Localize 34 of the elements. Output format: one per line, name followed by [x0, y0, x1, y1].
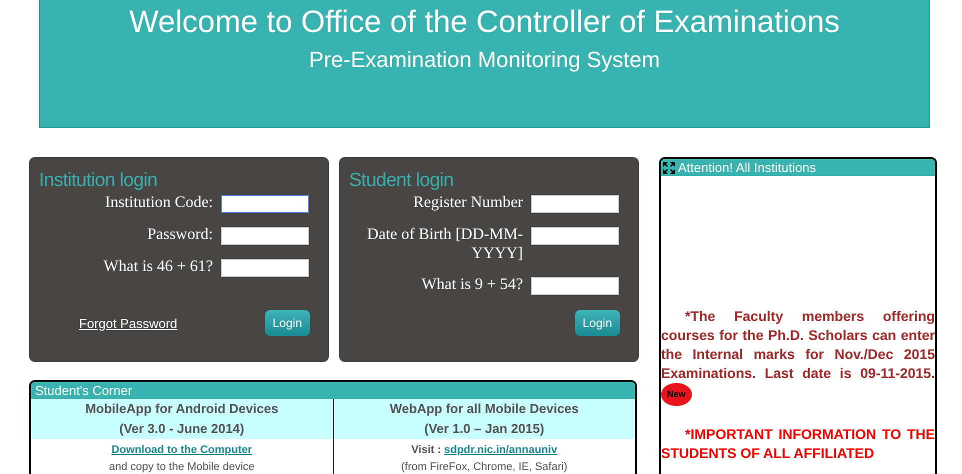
panel-title: Student login — [349, 169, 454, 193]
field-label: What is 46 + 61? — [102, 257, 213, 276]
panel-title: Student's Corner — [31, 382, 635, 399]
input-field[interactable] — [221, 227, 309, 245]
app-version: (Ver 1.0 – Jan 2015) — [423, 420, 546, 438]
new-badge: New — [661, 383, 692, 406]
app-link[interactable]: Download to the Computer — [111, 444, 252, 456]
field-label: What is 9 + 54? — [420, 275, 523, 294]
input-field[interactable] — [221, 259, 309, 277]
app-note: and copy to the Mobile device — [108, 460, 256, 474]
input-field[interactable] — [221, 195, 309, 213]
app-note: (from FireFox, Chrome, IE, Safari) — [400, 460, 568, 474]
app-link[interactable]: sdpdr.nic.in/annauniv — [444, 444, 558, 456]
field-label: Institution Code: — [104, 193, 213, 212]
field-label: Date of Birth [DD-MM-YYYY] — [366, 225, 523, 263]
app-version: (Ver 3.0 - June 2014) — [118, 420, 246, 438]
page-subtitle: Pre-Examination Monitoring System — [308, 46, 661, 74]
input-field[interactable] — [531, 227, 619, 245]
login-button[interactable]: Login — [574, 310, 620, 336]
field-label: Password: — [146, 225, 213, 244]
notice-text: *The Faculty members offering courses for the Ph.D. Scholars can enter the Internal marks for Nov./Dec 2015 Examinations. Last date is 09-11-2015. New — [661, 307, 935, 406]
notice-title: Attention! All Institutions — [678, 160, 816, 175]
app-name: MobileApp for Android Devices — [84, 400, 280, 418]
field-label: Register Number — [412, 193, 523, 212]
page-title: Welcome to Office of the Controller of Examinations — [128, 3, 841, 41]
panel-title: Institution login — [39, 169, 158, 193]
login-button[interactable]: Login — [264, 310, 310, 336]
visit-label: Visit : — [411, 444, 442, 456]
app-name: WebApp for all Mobile Devices — [388, 400, 580, 418]
input-field[interactable] — [531, 195, 619, 213]
expand-icon[interactable] — [663, 162, 675, 174]
notice-text: *IMPORTANT INFORMATION TO THE STUDENTS OF ALL AFFILIATED — [661, 425, 935, 463]
forgot-password-link[interactable]: Forgot Password — [79, 316, 178, 330]
input-field[interactable] — [531, 277, 619, 295]
